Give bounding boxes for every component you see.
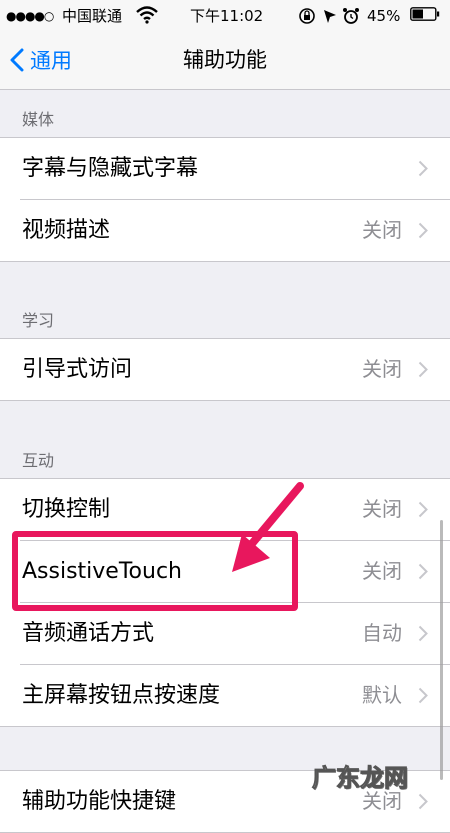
status-icons [298,6,364,26]
chevron-right-icon [418,160,428,177]
row-label: 主屏幕按钮点按速度 [22,683,221,708]
row-value: 默认 [362,683,402,707]
chevron-right-icon [418,625,428,642]
group-media: 字幕与隐藏式字幕 视频描述 关闭 [0,137,450,262]
scroll-indicator [440,520,443,780]
status-bar: ●●●●○ 中国联通 下午11:02 45% [0,0,450,32]
location-icon [324,10,336,23]
section-header-media: 媒体 [22,110,55,129]
watermark: 广东龙网 [312,764,409,793]
chevron-right-icon [418,793,428,810]
chevron-right-icon [418,563,428,580]
row-guided-access[interactable]: 引导式访问 关闭 [20,339,450,400]
chevron-right-icon [418,222,428,239]
row-value: 关闭 [362,357,402,381]
row-label: 字幕与隐藏式字幕 [22,156,199,181]
group-learning: 引导式访问 关闭 [0,338,450,401]
row-value: 关闭 [362,218,402,242]
chevron-right-icon [418,361,428,378]
section-header-learning: 学习 [22,311,55,330]
row-home-click-speed[interactable]: 主屏幕按钮点按速度 默认 [20,665,450,726]
pointer-arrow [232,482,304,572]
lock-rotation-icon [299,8,315,24]
row-label: 视频描述 [22,218,111,243]
clock-time: 下午11:02 [190,7,264,25]
row-value: 自动 [362,621,402,645]
row-label: 音频通话方式 [22,621,155,646]
row-label: 引导式访问 [22,357,133,382]
wifi-icon [136,6,158,24]
row-value: 关闭 [362,497,402,521]
row-label: 辅助功能快捷键 [22,789,177,814]
row-call-audio-routing[interactable]: 音频通话方式 自动 [20,603,450,665]
section-header-interaction: 互动 [22,451,55,470]
battery-icon [410,6,440,21]
row-subtitles[interactable]: 字幕与隐藏式字幕 [20,138,450,200]
row-video-description[interactable]: 视频描述 关闭 [20,200,450,261]
row-value: 关闭 [362,559,402,583]
chevron-right-icon [418,501,428,518]
battery-percentage: 45% [367,7,401,25]
navigation-bar: 通用 辅助功能 [0,32,450,90]
chevron-right-icon [418,687,428,704]
alarm-icon [343,8,359,24]
carrier-name: 中国联通 [62,7,123,25]
signal-strength: ●●●●○ [6,9,54,23]
page-title: 辅助功能 [183,48,267,72]
